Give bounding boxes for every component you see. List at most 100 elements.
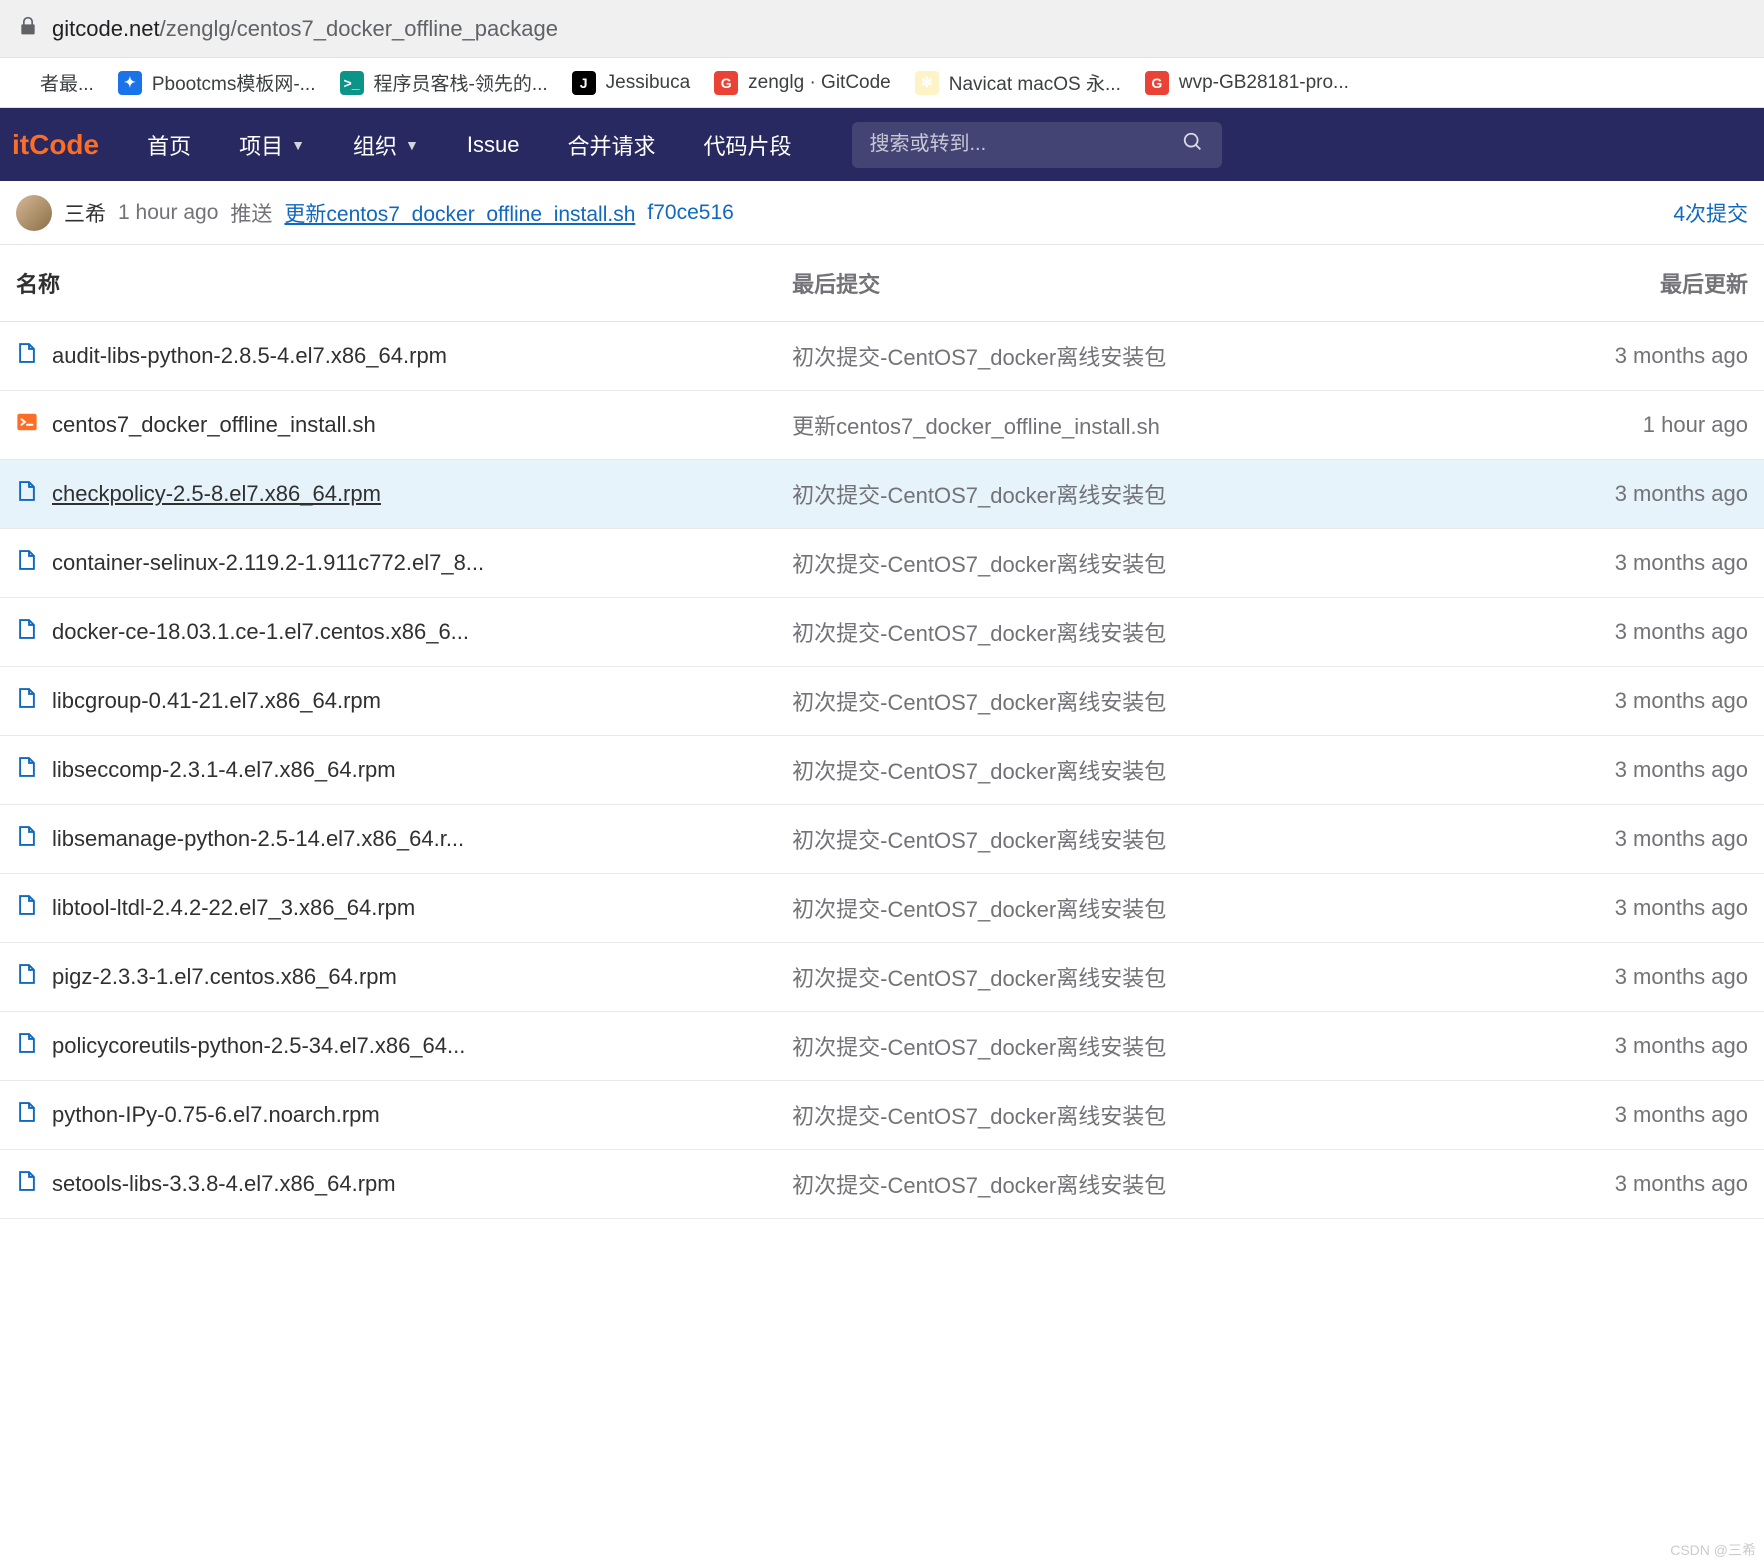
file-commit-link[interactable]: 初次提交-CentOS7_docker离线安装包	[792, 759, 1166, 784]
bookmark-icon: ✦	[118, 71, 142, 95]
commit-message-link[interactable]: 更新centos7_docker_offline_install.sh	[284, 198, 635, 228]
bookmark-label: Jessibuca	[606, 72, 691, 94]
watermark: CSDN @三希	[1670, 1540, 1756, 1560]
file-table: 名称 最后提交 最后更新 audit-libs-python-2.8.5-4.e…	[0, 245, 1764, 1219]
bookmark-label: zenglg · GitCode	[748, 72, 891, 94]
bookmark-item[interactable]: ✦ Pbootcms模板网-...	[118, 69, 316, 96]
bookmark-item[interactable]: J Jessibuca	[572, 71, 691, 95]
url-bar: gitcode.net/zenglg/centos7_docker_offlin…	[0, 0, 1764, 58]
file-name-link[interactable]: libsemanage-python-2.5-14.el7.x86_64.r..…	[52, 826, 464, 852]
file-name-link[interactable]: libseccomp-2.3.1-4.el7.x86_64.rpm	[52, 757, 396, 783]
col-header-name: 名称	[0, 245, 776, 322]
bookmark-label: Navicat macOS 永...	[949, 69, 1121, 96]
file-name-link[interactable]: libtool-ltdl-2.4.2-22.el7_3.x86_64.rpm	[52, 895, 415, 921]
file-icon	[16, 963, 38, 991]
bookmark-icon: >_	[340, 71, 364, 95]
search-icon[interactable]	[1182, 131, 1204, 159]
bookmark-item[interactable]: >_ 程序员客栈-领先的...	[340, 69, 548, 96]
nav-item[interactable]: 代码片段	[679, 129, 815, 161]
last-commit-bar: 三希 1 hour ago 推送 更新centos7_docker_offlin…	[0, 181, 1764, 245]
file-updated: 3 months ago	[1615, 1171, 1748, 1196]
file-commit-link[interactable]: 初次提交-CentOS7_docker离线安装包	[792, 1173, 1166, 1198]
nav-label: 首页	[147, 129, 191, 161]
file-icon	[16, 687, 38, 715]
nav-item[interactable]: 项目▼	[215, 129, 329, 161]
file-updated: 3 months ago	[1615, 1033, 1748, 1058]
file-name-link[interactable]: libcgroup-0.41-21.el7.x86_64.rpm	[52, 688, 381, 714]
file-name-link[interactable]: pigz-2.3.3-1.el7.centos.x86_64.rpm	[52, 964, 397, 990]
top-nav: itCode 首页项目▼组织▼Issue合并请求代码片段	[0, 108, 1764, 181]
file-icon	[16, 1101, 38, 1129]
commit-action: 推送	[230, 198, 272, 228]
table-row[interactable]: setools-libs-3.3.8-4.el7.x86_64.rpm 初次提交…	[0, 1150, 1764, 1219]
search-box[interactable]	[852, 122, 1222, 168]
bookmark-item[interactable]: Gzenglg · GitCode	[714, 71, 891, 95]
bookmark-item[interactable]: 者最...	[6, 69, 94, 96]
avatar[interactable]	[16, 195, 52, 231]
table-row[interactable]: policycoreutils-python-2.5-34.el7.x86_64…	[0, 1012, 1764, 1081]
file-commit-link[interactable]: 初次提交-CentOS7_docker离线安装包	[792, 345, 1166, 370]
file-updated: 3 months ago	[1615, 481, 1748, 506]
bookmark-icon	[6, 71, 30, 95]
table-row[interactable]: python-IPy-0.75-6.el7.noarch.rpm 初次提交-Ce…	[0, 1081, 1764, 1150]
table-row[interactable]: centos7_docker_offline_install.sh 更新cent…	[0, 391, 1764, 460]
table-row[interactable]: container-selinux-2.119.2-1.911c772.el7_…	[0, 529, 1764, 598]
table-row[interactable]: libcgroup-0.41-21.el7.x86_64.rpm 初次提交-Ce…	[0, 667, 1764, 736]
nav-item[interactable]: 首页	[123, 129, 215, 161]
bookmark-label: Pbootcms模板网-...	[152, 69, 316, 96]
file-name-link[interactable]: policycoreutils-python-2.5-34.el7.x86_64…	[52, 1033, 465, 1059]
file-icon	[16, 894, 38, 922]
table-row[interactable]: libseccomp-2.3.1-4.el7.x86_64.rpm 初次提交-C…	[0, 736, 1764, 805]
file-name-link[interactable]: python-IPy-0.75-6.el7.noarch.rpm	[52, 1102, 380, 1128]
bookmark-icon: ✻	[915, 71, 939, 95]
chevron-down-icon: ▼	[291, 137, 305, 153]
nav-item[interactable]: 组织▼	[329, 129, 443, 161]
file-updated: 3 months ago	[1615, 757, 1748, 782]
table-row[interactable]: audit-libs-python-2.8.5-4.el7.x86_64.rpm…	[0, 322, 1764, 391]
bookmark-icon: J	[572, 71, 596, 95]
file-commit-link[interactable]: 初次提交-CentOS7_docker离线安装包	[792, 690, 1166, 715]
file-commit-link[interactable]: 初次提交-CentOS7_docker离线安装包	[792, 621, 1166, 646]
file-commit-link[interactable]: 初次提交-CentOS7_docker离线安装包	[792, 552, 1166, 577]
file-commit-link[interactable]: 初次提交-CentOS7_docker离线安装包	[792, 828, 1166, 853]
file-name-link[interactable]: centos7_docker_offline_install.sh	[52, 412, 376, 438]
table-row[interactable]: docker-ce-18.03.1.ce-1.el7.centos.x86_6.…	[0, 598, 1764, 667]
file-name-link[interactable]: container-selinux-2.119.2-1.911c772.el7_…	[52, 550, 484, 576]
nav-item[interactable]: 合并请求	[543, 129, 679, 161]
file-commit-link[interactable]: 初次提交-CentOS7_docker离线安装包	[792, 897, 1166, 922]
table-row[interactable]: checkpolicy-2.5-8.el7.x86_64.rpm 初次提交-Ce…	[0, 460, 1764, 529]
bookmark-item[interactable]: Gwvp-GB28181-pro...	[1145, 71, 1349, 95]
file-icon	[16, 825, 38, 853]
bookmark-label: 程序员客栈-领先的...	[374, 69, 548, 96]
table-row[interactable]: libsemanage-python-2.5-14.el7.x86_64.r..…	[0, 805, 1764, 874]
file-commit-link[interactable]: 初次提交-CentOS7_docker离线安装包	[792, 483, 1166, 508]
bookmark-item[interactable]: ✻ Navicat macOS 永...	[915, 69, 1121, 96]
file-icon	[16, 411, 38, 439]
file-name-link[interactable]: checkpolicy-2.5-8.el7.x86_64.rpm	[52, 481, 381, 507]
logo[interactable]: itCode	[12, 129, 99, 161]
file-name-link[interactable]: audit-libs-python-2.8.5-4.el7.x86_64.rpm	[52, 343, 447, 369]
file-name-link[interactable]: setools-libs-3.3.8-4.el7.x86_64.rpm	[52, 1171, 396, 1197]
nav-item[interactable]: Issue	[443, 132, 544, 158]
commit-sha-link[interactable]: f70ce516	[647, 201, 733, 225]
search-input[interactable]	[870, 133, 1204, 156]
table-row[interactable]: libtool-ltdl-2.4.2-22.el7_3.x86_64.rpm 初…	[0, 874, 1764, 943]
commit-time: 1 hour ago	[118, 201, 218, 225]
file-name-link[interactable]: docker-ce-18.03.1.ce-1.el7.centos.x86_6.…	[52, 619, 469, 645]
url-text[interactable]: gitcode.net/zenglg/centos7_docker_offlin…	[52, 16, 558, 42]
bookmarks-bar: 者最... ✦ Pbootcms模板网-... >_ 程序员客栈-领先的... J Jess…	[0, 58, 1764, 108]
file-icon	[16, 549, 38, 577]
file-commit-link[interactable]: 初次提交-CentOS7_docker离线安装包	[792, 966, 1166, 991]
file-icon	[16, 756, 38, 784]
file-commit-link[interactable]: 初次提交-CentOS7_docker离线安装包	[792, 1035, 1166, 1060]
lock-icon	[18, 16, 38, 42]
file-commit-link[interactable]: 初次提交-CentOS7_docker离线安装包	[792, 1104, 1166, 1129]
chevron-down-icon: ▼	[405, 137, 419, 153]
file-icon	[16, 342, 38, 370]
commit-author[interactable]: 三希	[64, 198, 106, 228]
bookmark-label: wvp-GB28181-pro...	[1179, 72, 1349, 94]
commits-count-link[interactable]: 4次提交	[1673, 198, 1748, 228]
table-row[interactable]: pigz-2.3.3-1.el7.centos.x86_64.rpm 初次提交-…	[0, 943, 1764, 1012]
bookmark-icon: G	[1145, 71, 1169, 95]
file-commit-link[interactable]: 更新centos7_docker_offline_install.sh	[792, 414, 1160, 439]
